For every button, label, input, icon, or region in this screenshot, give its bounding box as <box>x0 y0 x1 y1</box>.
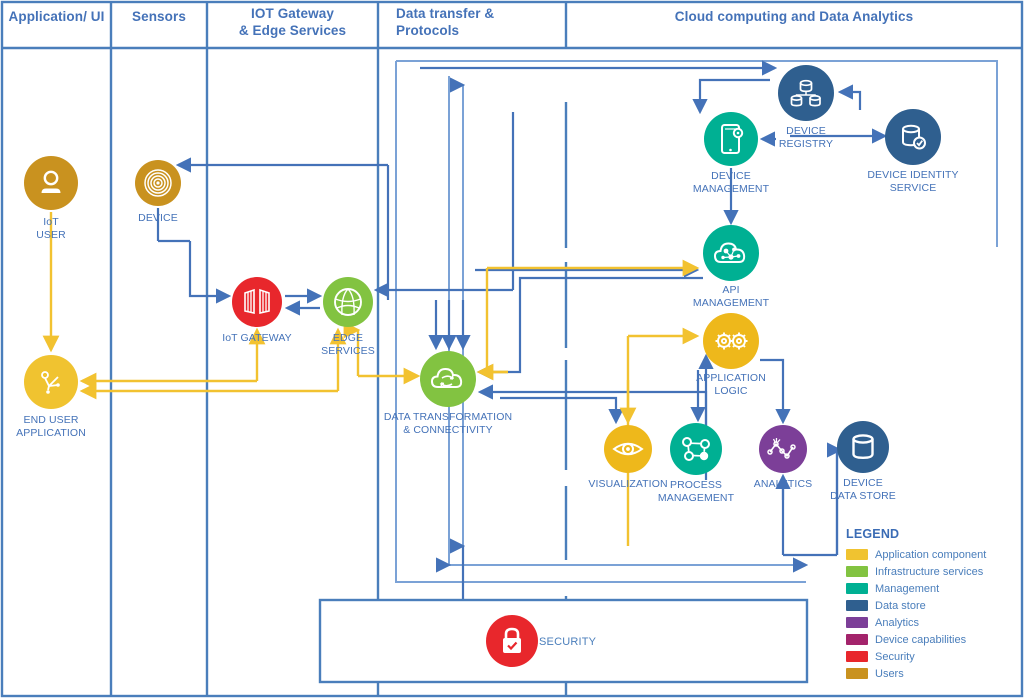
legend-label-users: Users <box>875 667 904 680</box>
legend-swatch-users <box>846 668 868 679</box>
legend-item: Management <box>846 580 1024 597</box>
legend-label-management: Management <box>875 582 940 595</box>
legend: LEGEND Application component Infrastruct… <box>846 527 1024 682</box>
legend-label-security: Security <box>875 650 915 663</box>
legend-item: Analytics <box>846 614 1024 631</box>
legend-swatch-management <box>846 583 868 594</box>
legend-label-application-component: Application component <box>875 548 987 561</box>
node-security[interactable] <box>486 615 538 667</box>
diagram-canvas: .b{stroke:#4472b8;stroke-width:2.2;fill:… <box>0 0 1024 698</box>
legend-swatch-device-capabilities <box>846 634 868 645</box>
legend-item: Infrastructure services <box>846 563 1024 580</box>
legend-label-analytics: Analytics <box>875 616 920 629</box>
legend-item: Device capabilities <box>846 631 1024 648</box>
legend-label-infrastructure-services: Infrastructure services <box>875 565 984 578</box>
legend-swatch-security <box>846 651 868 662</box>
security-disc <box>486 615 538 667</box>
legend-item: Data store <box>846 597 1024 614</box>
legend-item: Security <box>846 648 1024 665</box>
legend-item: Application component <box>846 546 1024 563</box>
legend-swatch-application-component <box>846 549 868 560</box>
lock-check-icon <box>503 627 521 653</box>
legend-swatch-data-store <box>846 600 868 611</box>
legend-label-data-store: Data store <box>875 599 926 612</box>
legend-title: LEGEND <box>846 527 900 541</box>
security-label: SECURITY <box>539 636 596 648</box>
legend-swatch-analytics <box>846 617 868 628</box>
legend-label-device-capabilities: Device capabilities <box>875 633 967 646</box>
legend-item: Users <box>846 665 1024 682</box>
legend-swatch-infrastructure-services <box>846 566 868 577</box>
security-label-text: SECURITY <box>539 636 597 648</box>
